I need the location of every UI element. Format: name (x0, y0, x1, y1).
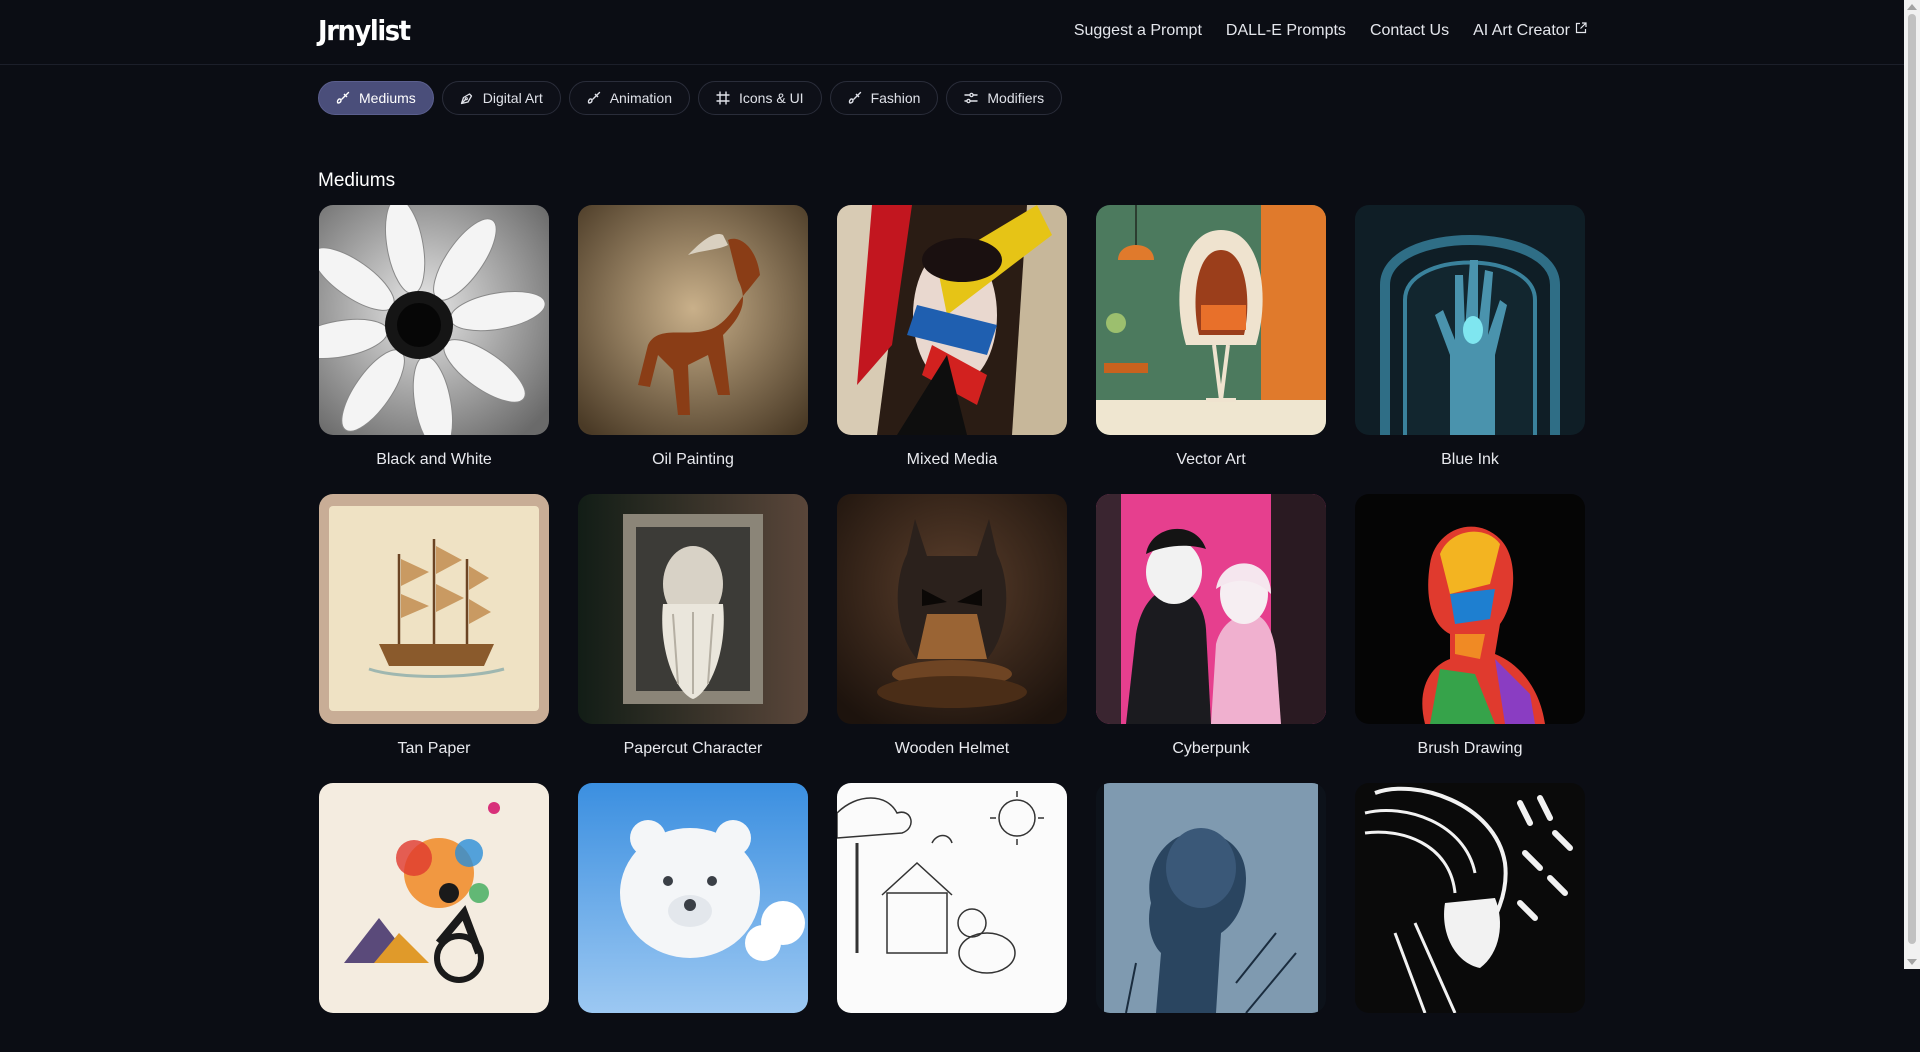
medium-card-tan-paper[interactable]: Tan Paper (319, 494, 549, 763)
nav-suggest-prompt[interactable]: Suggest a Prompt (1074, 22, 1202, 40)
brush-icon (587, 91, 600, 104)
card-image (837, 783, 1067, 1013)
card-label: Papercut Character (623, 740, 763, 757)
card-label: Cyberpunk (1172, 740, 1250, 757)
page-scrollbar[interactable] (1904, 0, 1920, 969)
card-label: Mixed Media (906, 451, 998, 468)
medium-card-cyanotype[interactable] (1096, 783, 1326, 1052)
card-label (837, 1029, 1067, 1052)
card-image (1355, 783, 1585, 1013)
pill-label: Fashion (870, 90, 921, 106)
pen-tool-icon (460, 93, 472, 105)
card-label (319, 1029, 549, 1052)
category-pills: Mediums Digital Art Animation Icons & UI… (318, 81, 1063, 115)
card-image (578, 783, 808, 1013)
card-label (578, 1029, 808, 1052)
pill-label: Digital Art (482, 90, 543, 106)
pill-fashion[interactable]: Fashion (829, 81, 939, 115)
card-label: Brush Drawing (1417, 740, 1523, 757)
nav-ai-art-creator-label: AI Art Creator (1473, 22, 1570, 39)
nav-contact-us[interactable]: Contact Us (1370, 22, 1449, 40)
card-image (578, 494, 808, 724)
medium-card-vector-art[interactable]: Vector Art (1096, 205, 1326, 474)
medium-card-blue-ink[interactable]: Blue Ink (1355, 205, 1585, 474)
medium-card-cloud-bear[interactable] (578, 783, 808, 1052)
medium-card-black-and-white[interactable]: Black and White (319, 205, 549, 474)
card-label: Vector Art (1176, 451, 1246, 468)
card-image (319, 783, 549, 1013)
card-image (1355, 205, 1585, 435)
frame-icon (716, 91, 730, 105)
card-image (1096, 494, 1326, 724)
nav-ai-art-creator[interactable]: AI Art Creator (1473, 22, 1587, 40)
medium-card-splash[interactable] (319, 783, 549, 1052)
card-label: Black and White (376, 451, 492, 468)
medium-card-coloring-page[interactable] (837, 783, 1067, 1052)
pill-icons-ui[interactable]: Icons & UI (697, 81, 822, 115)
sliders-icon (964, 92, 979, 104)
nav-dalle-prompts[interactable]: DALL-E Prompts (1226, 22, 1346, 40)
pill-label: Modifiers (987, 90, 1045, 106)
medium-grid: Black and White Oil Painting Mixed Media… (319, 205, 1585, 1052)
card-image (837, 494, 1067, 724)
medium-card-oil-painting[interactable]: Oil Painting (578, 205, 808, 474)
site-header: Jrnylist Suggest a Prompt DALL-E Prompts… (0, 0, 1904, 65)
scroll-thumb[interactable] (1908, 14, 1916, 944)
site-logo[interactable]: Jrnylist (318, 14, 411, 47)
card-label: Tan Paper (397, 740, 471, 757)
card-label: Oil Painting (652, 451, 734, 468)
scroll-up-arrow-icon[interactable] (1907, 4, 1917, 10)
pill-label: Animation (609, 90, 672, 106)
card-label (1355, 1029, 1585, 1052)
card-label (1096, 1029, 1326, 1052)
card-label: Wooden Helmet (894, 740, 1010, 757)
card-image (837, 205, 1067, 435)
pill-digital-art[interactable]: Digital Art (441, 81, 561, 115)
card-image (578, 205, 808, 435)
card-image (319, 494, 549, 724)
pill-label: Icons & UI (738, 90, 804, 106)
brush-icon (336, 91, 350, 104)
pill-modifiers[interactable]: Modifiers (946, 81, 1063, 115)
medium-card-wooden-helmet[interactable]: Wooden Helmet (837, 494, 1067, 763)
pill-label: Mediums (359, 90, 416, 106)
card-label: Blue Ink (1441, 451, 1499, 468)
section-title: Mediums (318, 170, 396, 191)
card-image (1096, 205, 1326, 435)
pill-mediums[interactable]: Mediums (318, 81, 434, 115)
top-nav: Suggest a Prompt DALL-E Prompts Contact … (1074, 22, 1587, 40)
card-image (319, 205, 549, 435)
medium-card-cyberpunk[interactable]: Cyberpunk (1096, 494, 1326, 763)
medium-card-mixed-media[interactable]: Mixed Media (837, 205, 1067, 474)
medium-card-linocut[interactable] (1355, 783, 1585, 1052)
card-image (1096, 783, 1326, 1013)
scroll-down-arrow-icon[interactable] (1907, 959, 1917, 965)
pill-animation[interactable]: Animation (568, 81, 690, 115)
medium-card-papercut-character[interactable]: Papercut Character (578, 494, 808, 763)
external-link-icon (1575, 22, 1587, 34)
brush-icon (848, 91, 861, 104)
medium-card-brush-drawing[interactable]: Brush Drawing (1355, 494, 1585, 763)
card-image (1355, 494, 1585, 724)
